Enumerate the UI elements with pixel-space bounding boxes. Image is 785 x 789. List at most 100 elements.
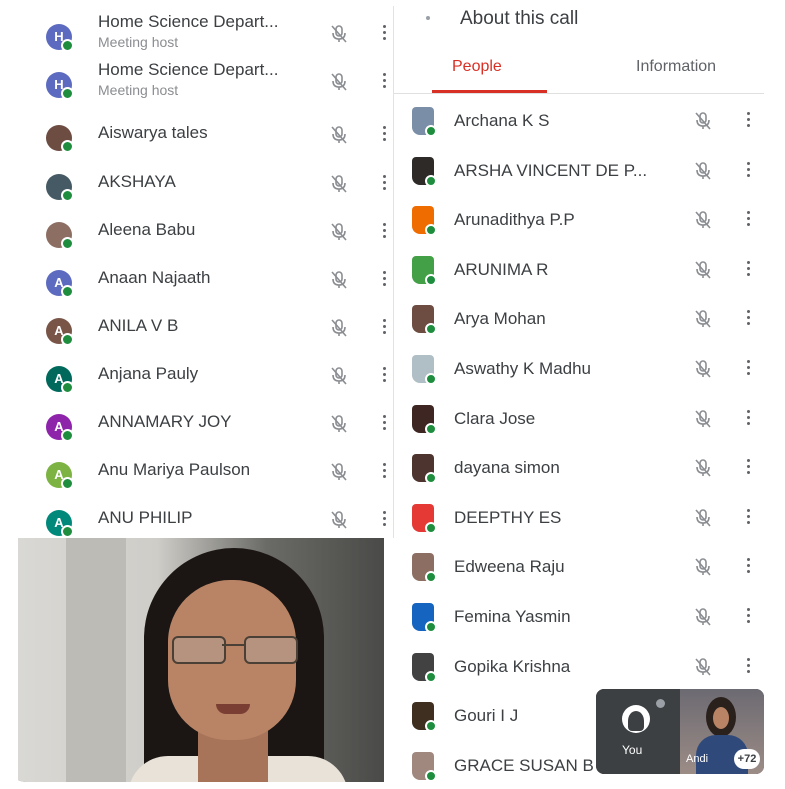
- people-panel: About this call People Information Archa…: [394, 6, 764, 782]
- more-options-icon[interactable]: [746, 459, 752, 477]
- participant-avatar: A: [46, 462, 74, 490]
- online-status-dot: [425, 571, 437, 584]
- left-participant-row[interactable]: A ANU PHILIP: [18, 492, 393, 538]
- tab-information[interactable]: Information: [636, 58, 716, 76]
- more-options-icon[interactable]: [746, 211, 752, 229]
- left-participant-row[interactable]: Aiswarya tales: [18, 107, 393, 155]
- online-status-dot: [425, 621, 437, 633]
- you-tile[interactable]: You: [596, 689, 678, 774]
- participant-avatar: [46, 174, 74, 202]
- more-options-icon[interactable]: [382, 319, 388, 337]
- right-participant-row[interactable]: Arya Mohan: [394, 295, 764, 344]
- self-view[interactable]: You Andi +72: [596, 689, 764, 774]
- mic-off-icon: [330, 318, 348, 338]
- online-status-dot: [61, 237, 74, 250]
- you-avatar-icon: [622, 705, 650, 733]
- right-participant-row[interactable]: Gopika Krishna: [394, 643, 764, 692]
- more-options-icon[interactable]: [746, 558, 752, 576]
- mic-off-icon: [330, 510, 348, 530]
- right-participant-row[interactable]: Archana K S: [394, 97, 764, 146]
- more-options-icon[interactable]: [746, 508, 752, 527]
- mic-off-icon: [694, 161, 712, 181]
- right-participant-row[interactable]: DEEPTHY ES: [394, 494, 764, 543]
- participant-name: Home Science Depart...: [98, 60, 279, 79]
- mic-off-icon: [694, 657, 712, 677]
- online-status-dot: [61, 87, 74, 100]
- participant-name: ANU PHILIP: [98, 508, 193, 527]
- participant-name: Edweena Raju: [454, 557, 565, 577]
- right-participant-row[interactable]: Aswathy K Madhu: [394, 345, 764, 394]
- mic-off-icon: [694, 508, 712, 528]
- you-mute-indicator-icon: [656, 699, 665, 708]
- participant-name: Anaan Najaath: [98, 268, 211, 287]
- more-options-icon[interactable]: [382, 463, 388, 481]
- other-participant-tile[interactable]: Andi +72: [680, 689, 764, 774]
- participant-name: ANNAMARY JOY: [98, 412, 232, 431]
- right-participant-row[interactable]: Femina Yasmin: [394, 593, 764, 642]
- speaker-video[interactable]: [18, 538, 384, 782]
- mic-off-icon: [694, 409, 712, 429]
- mic-off-icon: [694, 458, 712, 478]
- participant-avatar: [46, 125, 74, 153]
- left-participant-row[interactable]: A Anaan Najaath: [18, 252, 393, 300]
- right-participant-row[interactable]: Edweena Raju: [394, 543, 764, 592]
- online-status-dot: [61, 381, 74, 394]
- left-participant-row[interactable]: A ANNAMARY JOY: [18, 396, 393, 444]
- participant-name: ANILA V B: [98, 316, 179, 335]
- participant-avatar: [46, 222, 74, 250]
- more-options-icon[interactable]: [382, 511, 388, 529]
- participant-avatar: H: [46, 72, 74, 100]
- more-options-icon[interactable]: [746, 310, 752, 328]
- participant-thumbnail: [412, 553, 437, 584]
- participant-avatar: A: [46, 318, 74, 346]
- participant-count-badge[interactable]: +72: [734, 749, 760, 769]
- online-status-dot: [425, 720, 437, 733]
- more-options-icon[interactable]: [746, 161, 752, 180]
- participant-name: ARUNIMA R: [454, 259, 549, 279]
- more-options-icon[interactable]: [746, 608, 752, 626]
- participant-avatar: A: [46, 510, 74, 538]
- right-participant-row[interactable]: ARUNIMA R: [394, 246, 764, 295]
- more-options-icon[interactable]: [382, 25, 388, 43]
- more-options-icon[interactable]: [746, 112, 752, 130]
- right-participant-row[interactable]: ARSHA VINCENT DE P...: [394, 147, 764, 196]
- more-options-icon[interactable]: [746, 409, 752, 428]
- mic-off-icon: [330, 72, 348, 92]
- more-options-icon[interactable]: [382, 223, 388, 241]
- tab-divider: [394, 93, 764, 94]
- more-options-icon[interactable]: [382, 271, 388, 289]
- participant-role: Meeting host: [98, 82, 179, 98]
- left-participant-row[interactable]: A Anu Mariya Paulson: [18, 444, 393, 492]
- more-options-icon[interactable]: [382, 73, 388, 91]
- left-participant-row[interactable]: Aleena Babu: [18, 204, 393, 252]
- left-participant-row[interactable]: AKSHAYA: [18, 156, 393, 204]
- mic-off-icon: [694, 260, 712, 280]
- more-options-icon[interactable]: [746, 260, 752, 279]
- other-participant-face: [706, 697, 736, 737]
- glasses-left-lens: [172, 636, 226, 664]
- online-status-dot: [61, 140, 74, 153]
- more-options-icon[interactable]: [746, 360, 752, 378]
- mic-off-icon: [694, 111, 712, 131]
- more-options-icon[interactable]: [746, 657, 752, 676]
- left-participant-row[interactable]: H Home Science Depart... Meeting host: [18, 6, 393, 54]
- right-participant-row[interactable]: Clara Jose: [394, 395, 764, 444]
- right-participant-row[interactable]: Arunadithya P.P: [394, 196, 764, 245]
- more-options-icon[interactable]: [382, 415, 388, 433]
- left-participant-row[interactable]: H Home Science Depart... Meeting host: [18, 54, 393, 102]
- online-status-dot: [425, 769, 437, 782]
- more-options-icon[interactable]: [382, 175, 388, 193]
- tab-people[interactable]: People: [452, 58, 502, 76]
- online-status-dot: [425, 273, 437, 286]
- online-status-dot: [425, 125, 437, 137]
- left-participant-row[interactable]: A ANILA V B: [18, 300, 393, 348]
- participant-name: Arya Mohan: [454, 309, 546, 329]
- mic-off-icon: [330, 366, 348, 386]
- video-door: [66, 538, 126, 782]
- more-options-icon[interactable]: [382, 367, 388, 385]
- right-participant-row[interactable]: dayana simon: [394, 444, 764, 493]
- left-participant-row[interactable]: A Anjana Pauly: [18, 348, 393, 396]
- back-icon[interactable]: [426, 16, 430, 20]
- participant-name: Femina Yasmin: [454, 607, 571, 626]
- more-options-icon[interactable]: [382, 126, 388, 144]
